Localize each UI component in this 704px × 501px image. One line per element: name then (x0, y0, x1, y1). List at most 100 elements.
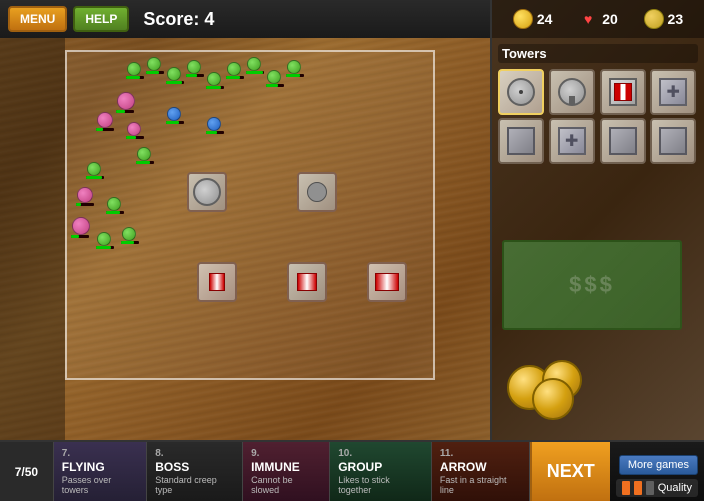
coin-icon (644, 9, 664, 29)
wave-desc-flying: Passes over towers (62, 475, 138, 495)
wave-counter: 7/50 (0, 442, 54, 501)
tower-slot-2[interactable] (549, 69, 595, 115)
wave-number-10: 10. (338, 448, 423, 459)
wave-number-9: 9. (251, 448, 321, 459)
wave-desc-arrow: Fast in a straight line (440, 475, 521, 495)
creep-8 (267, 70, 281, 84)
creep-pink-1 (117, 92, 135, 110)
field-tower-3[interactable] (197, 262, 237, 302)
creep-10 (137, 147, 151, 161)
quality-bar[interactable]: Quality (616, 479, 698, 497)
coin-resource: 23 (644, 9, 684, 29)
creep-3 (167, 67, 181, 81)
left-shadow (0, 38, 65, 440)
creep-12 (107, 197, 121, 211)
tower-empty-3 (659, 127, 687, 155)
tower-slot-7[interactable] (600, 118, 646, 164)
gold-icon (513, 9, 533, 29)
wave-name-group: GROUP (338, 460, 423, 474)
tower-radar-icon (193, 178, 221, 206)
tower-icon-3 (607, 76, 639, 108)
tower-icon-2 (556, 76, 588, 108)
tower-slot-1[interactable] (498, 69, 544, 115)
heart-icon: ♥ (578, 9, 598, 29)
wave-desc-immune: Cannot be slowed (251, 475, 321, 495)
tower-flag-icon (205, 270, 229, 294)
field-tower-5[interactable] (367, 262, 407, 302)
wave-name-immune: IMMUNE (251, 460, 321, 474)
tower-icon-7 (607, 125, 639, 157)
creep-blue-1 (167, 107, 181, 121)
tower-empty-2 (609, 127, 637, 155)
creep-11 (87, 162, 101, 176)
field-tower-1[interactable] (187, 172, 227, 212)
game-area: MENU HELP Score: 4 (0, 0, 490, 440)
help-button[interactable]: HELP (73, 6, 129, 32)
tower-slot-5[interactable] (498, 118, 544, 164)
tower-icon-5 (505, 125, 537, 157)
field-tower-2[interactable] (297, 172, 337, 212)
wave-card-boss[interactable]: 8. BOSS Standard creep type (147, 442, 243, 501)
creep-pink-5 (72, 217, 90, 235)
tower-cross2-display: ✚ (558, 127, 586, 155)
creep-9 (287, 60, 301, 74)
towers-title: Towers (498, 44, 698, 63)
creep-6 (227, 62, 241, 76)
wave-number-7: 7. (62, 448, 138, 459)
tower-icon-6: ✚ (556, 125, 588, 157)
next-label: NEXT (547, 461, 595, 482)
tower-slot-3[interactable] (600, 69, 646, 115)
creep-pink-2 (97, 112, 113, 128)
creep-5 (207, 72, 221, 86)
wave-name-arrow: ARROW (440, 460, 521, 474)
quality-block-1 (622, 481, 630, 495)
game-container: MENU HELP Score: 4 (0, 0, 704, 501)
heart-value: 20 (602, 11, 618, 27)
wave-number-8: 8. (155, 448, 234, 459)
quality-block-3 (646, 481, 654, 495)
header: MENU HELP Score: 4 (0, 0, 490, 38)
creep-2 (147, 57, 161, 71)
tower-icon-4: ✚ (657, 76, 689, 108)
quality-label: Quality (658, 482, 692, 494)
creep-4 (187, 60, 201, 74)
tower-wrench-icon (307, 182, 327, 202)
field-tower-4[interactable] (287, 262, 327, 302)
menu-button[interactable]: MENU (8, 6, 67, 32)
tower-empty-1 (507, 127, 535, 155)
tower-flag2-icon (297, 273, 317, 291)
tower-slot-8[interactable] (650, 118, 696, 164)
creep-pink-4 (77, 187, 93, 203)
tower-slot-4[interactable]: ✚ (650, 69, 696, 115)
score-display: Score: 4 (143, 9, 214, 30)
quality-block-2 (634, 481, 642, 495)
wave-card-immune[interactable]: 9. IMMUNE Cannot be slowed (243, 442, 330, 501)
tower-slot-6[interactable]: ✚ (549, 118, 595, 164)
tower-flag3-icon (375, 273, 399, 291)
coin-decoration-3 (532, 378, 574, 420)
wave-desc-group: Likes to stick together (338, 475, 423, 495)
coin-value: 23 (668, 11, 684, 27)
more-games-button[interactable]: More games (619, 455, 698, 475)
wave-card-flying[interactable]: 7. FLYING Passes over towers (54, 442, 147, 501)
wave-name-flying: FLYING (62, 460, 138, 474)
tower-cross-display: ✚ (659, 78, 687, 106)
creep-14 (122, 227, 136, 241)
creep-13 (97, 232, 111, 246)
dollar-area: $$$ (502, 240, 682, 330)
wave-card-arrow[interactable]: 11. ARROW Fast in a straight line (432, 442, 530, 501)
wave-number-11: 11. (440, 448, 521, 459)
bottom-bar: 7/50 7. FLYING Passes over towers 8. BOS… (0, 440, 704, 501)
play-field (65, 50, 435, 380)
resource-bar: 24 ♥ 20 23 (492, 0, 704, 38)
wave-card-group[interactable]: 10. GROUP Likes to stick together (330, 442, 432, 501)
towers-section: Towers (492, 38, 704, 170)
towers-grid: ✚ ✚ (498, 69, 698, 164)
creep-blue-2 (207, 117, 221, 131)
right-panel: 24 ♥ 20 23 Towers (490, 0, 704, 440)
heart-resource: ♥ 20 (578, 9, 618, 29)
tower-icon-8 (657, 125, 689, 157)
next-button[interactable]: NEXT (530, 442, 610, 501)
dollar-text: $$$ (569, 272, 615, 298)
wave-counter-display: 7/50 (15, 465, 38, 479)
